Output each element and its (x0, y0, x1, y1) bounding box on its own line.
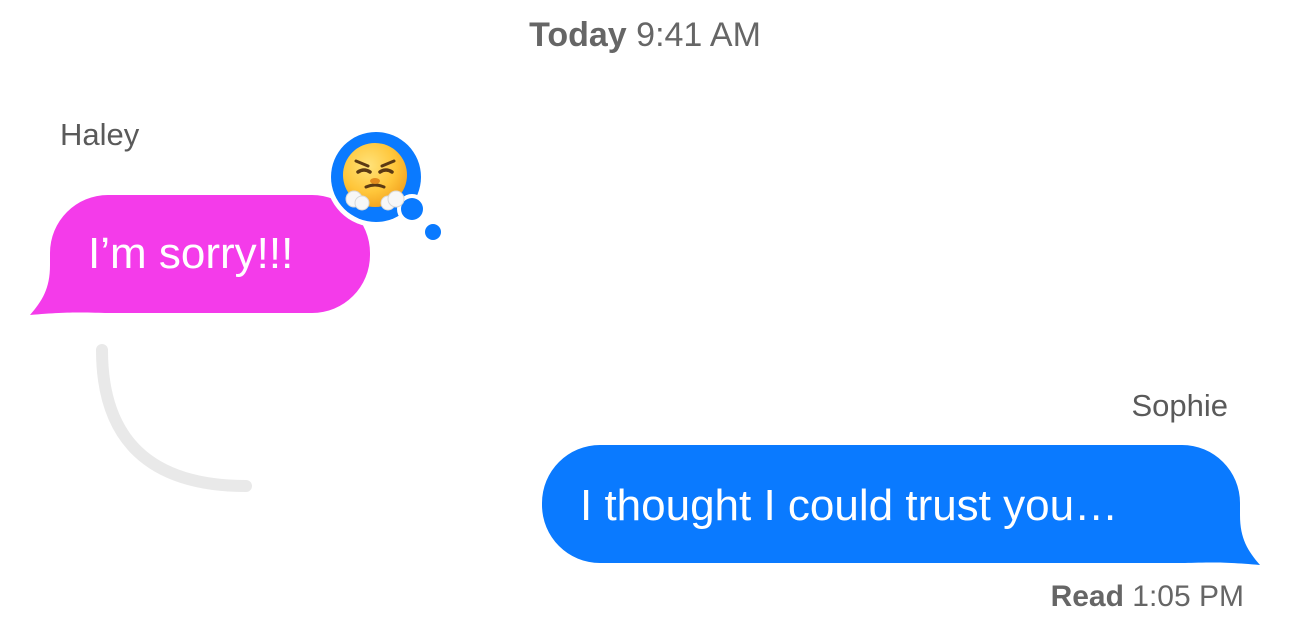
message-bubble-incoming[interactable]: I’m sorry!!! (30, 193, 372, 317)
tapback-reaction[interactable] (326, 127, 444, 243)
sender-name-haley: Haley (60, 117, 140, 152)
conversation-timestamp: Today 9:41 AM (0, 12, 1290, 58)
read-receipt-label: Read (1050, 580, 1124, 613)
read-receipt: Read 1:05 PM (1051, 577, 1244, 617)
message-text-incoming: I’m sorry!!! (88, 229, 294, 278)
timestamp-time: 9:41 AM (636, 16, 761, 54)
read-receipt-time: 1:05 PM (1132, 580, 1244, 613)
message-bubble-outgoing[interactable]: I thought I could trust you… (540, 443, 1260, 567)
message-text-outgoing: I thought I could trust you… (580, 481, 1119, 530)
swipe-reply-arc (96, 344, 252, 492)
sender-name-sophie: Sophie (1131, 388, 1228, 423)
timestamp-day: Today (529, 16, 627, 54)
face-with-steam-from-nose-icon (343, 143, 407, 211)
